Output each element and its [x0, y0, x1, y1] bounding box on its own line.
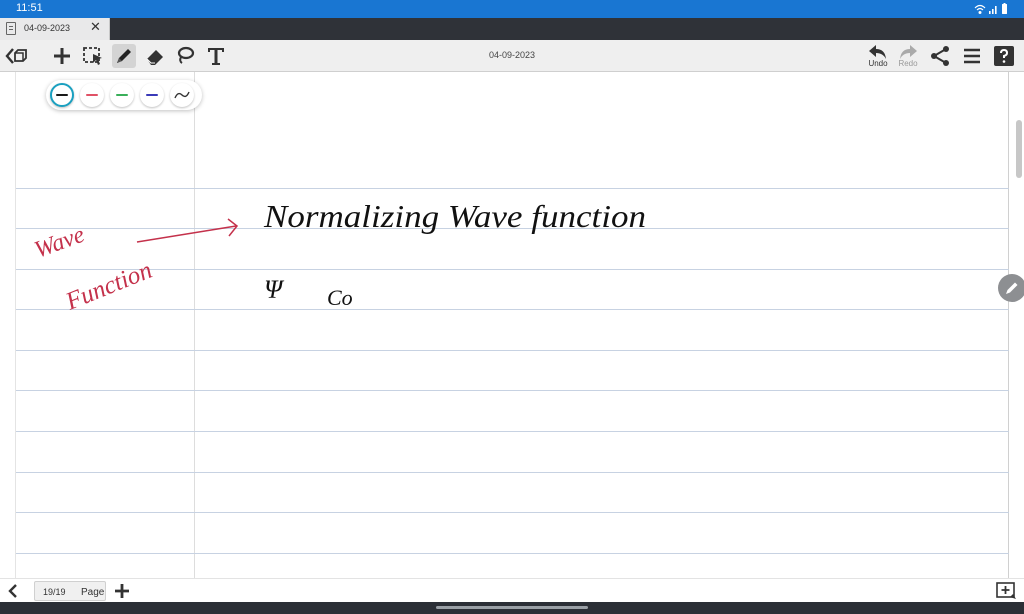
signal-icon	[989, 6, 997, 14]
toolbar: 04-09-2023 Undo Redo	[0, 40, 1024, 72]
tab-title: 04-09-2023	[24, 23, 71, 33]
battery-icon	[1002, 3, 1007, 14]
wifi-icon	[974, 4, 986, 15]
ruled-line	[16, 309, 1009, 310]
ruled-line	[16, 431, 1009, 432]
ruled-line	[16, 512, 1009, 513]
page-number: 19/19	[43, 587, 66, 597]
redo-label: Redo	[898, 59, 918, 68]
page-left-edge	[15, 72, 16, 600]
scroll-handle[interactable]	[1016, 120, 1022, 178]
page-counter[interactable]: 19/19 Page	[34, 581, 106, 601]
help-icon	[994, 46, 1014, 66]
pen-color-black[interactable]	[50, 83, 74, 107]
pen-color-palette	[46, 80, 202, 110]
ruled-line	[16, 390, 1009, 391]
ink-sample	[116, 94, 128, 96]
help-button[interactable]	[992, 44, 1016, 68]
edit-button[interactable]	[998, 274, 1024, 302]
pencil-icon	[1006, 282, 1018, 294]
margin-line	[194, 72, 195, 600]
stroke-style-icon	[174, 91, 190, 99]
ruled-line	[16, 350, 1009, 351]
pen-color-blue[interactable]	[140, 83, 164, 107]
document-tab[interactable]: 04-09-2023 ✕	[0, 18, 110, 40]
home-indicator[interactable]	[436, 606, 588, 609]
pen-style-button[interactable]	[170, 83, 194, 107]
app-window: 11:51 04-09-2023 ✕ 04-09-2023 Undo Redo …	[0, 0, 1024, 614]
share-icon	[931, 46, 949, 66]
ruled-line	[16, 553, 1009, 554]
menu-icon	[964, 48, 980, 64]
status-bar: 11:51	[0, 0, 1024, 18]
page-label: Page	[81, 587, 105, 598]
bottom-bar: 19/19 Page	[0, 578, 1024, 602]
add-page-icon[interactable]	[113, 582, 131, 600]
page-right-edge	[1008, 72, 1009, 600]
ruled-line	[16, 188, 1009, 189]
pen-color-red[interactable]	[80, 83, 104, 107]
note-page[interactable]	[0, 72, 1024, 600]
share-button[interactable]	[928, 44, 952, 68]
tab-bar: 04-09-2023 ✕	[0, 18, 1024, 40]
undo-label: Undo	[868, 59, 888, 68]
ruled-line	[16, 269, 1009, 270]
ink-sample	[146, 94, 158, 96]
close-tab-icon[interactable]: ✕	[90, 20, 101, 35]
ink-sample	[86, 94, 98, 96]
ruled-line	[16, 228, 1009, 229]
status-time: 11:51	[16, 2, 43, 14]
add-note-icon[interactable]	[996, 582, 1018, 600]
status-icons	[974, 3, 1007, 15]
pen-color-green[interactable]	[110, 83, 134, 107]
ruled-line	[16, 472, 1009, 473]
notebook-icon	[6, 22, 16, 35]
previous-page-icon[interactable]	[6, 583, 20, 599]
system-nav-bar	[0, 602, 1024, 614]
menu-button[interactable]	[960, 44, 984, 68]
ink-sample	[56, 94, 68, 96]
